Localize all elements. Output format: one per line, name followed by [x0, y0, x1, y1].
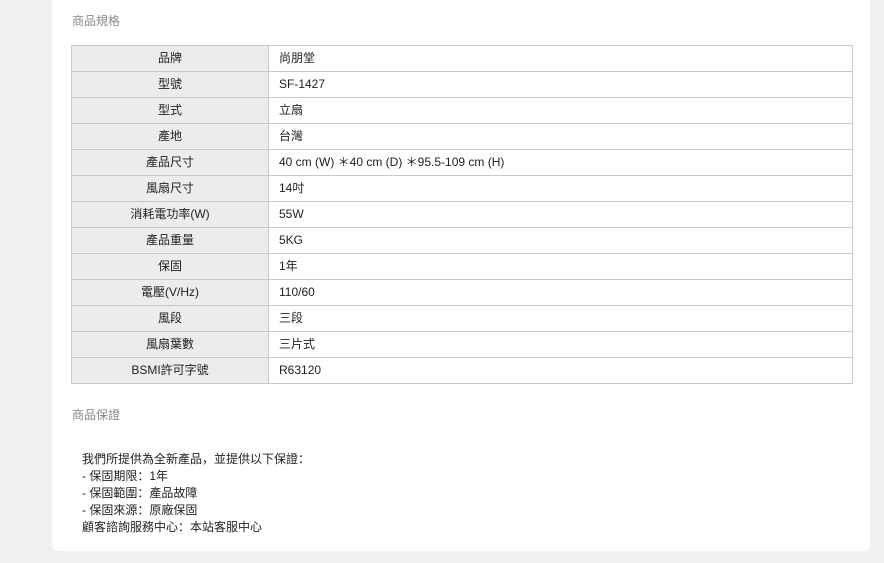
spec-label: 保固 [71, 253, 269, 280]
warranty-section-title: 商品保證 [72, 408, 121, 422]
warranty-line: 顧客諮詢服務中心：本站客服中心 [82, 520, 263, 534]
table-row: 產地 台灣 [71, 123, 853, 150]
table-row: 電壓(V/Hz) 110/60 [71, 279, 853, 306]
spec-value: 110/60 [268, 279, 853, 306]
spec-value: 三片式 [268, 331, 853, 358]
spec-value: 40 cm (W) ＊40 cm (D) ＊95.5-109 cm (H) [268, 149, 853, 176]
spec-label: 風段 [71, 305, 269, 332]
warranty-line: - 保固範圍：產品故障 [82, 486, 198, 500]
spec-label: 產品重量 [71, 227, 269, 254]
spec-value: R63120 [268, 357, 853, 384]
table-row: 型號 SF-1427 [71, 71, 853, 98]
spec-value: 台灣 [268, 123, 853, 150]
table-row: 風扇尺寸 14吋 [71, 175, 853, 202]
spec-label: 型式 [71, 97, 269, 124]
spec-value: 尚朋堂 [268, 45, 853, 72]
spec-label: BSMI許可字號 [71, 357, 269, 384]
warranty-text: 我們所提供為全新產品，並提供以下保證： - 保固期限：1年 - 保固範圍：產品故… [82, 451, 310, 536]
spec-value: 三段 [268, 305, 853, 332]
spec-label: 產品尺寸 [71, 149, 269, 176]
spec-label: 風扇葉數 [71, 331, 269, 358]
table-row: 型式 立扇 [71, 97, 853, 124]
table-row: 產品尺寸 40 cm (W) ＊40 cm (D) ＊95.5-109 cm (… [71, 149, 853, 176]
table-row: 風扇葉數 三片式 [71, 331, 853, 358]
table-row: BSMI許可字號 R63120 [71, 357, 853, 384]
spec-section-title: 商品規格 [72, 14, 121, 28]
spec-value: SF-1427 [268, 71, 853, 98]
spec-label: 電壓(V/Hz) [71, 279, 269, 306]
warranty-line: 我們所提供為全新產品，並提供以下保證： [82, 452, 311, 466]
spec-label: 品牌 [71, 45, 269, 72]
spec-value: 55W [268, 201, 853, 228]
spec-value: 1年 [268, 253, 853, 280]
spec-table: 品牌 尚朋堂 型號 SF-1427 型式 立扇 產地 台灣 產品尺寸 40 cm… [71, 45, 853, 384]
warranty-line: - 保固來源：原廠保固 [82, 503, 198, 517]
spec-value: 立扇 [268, 97, 853, 124]
table-row: 風段 三段 [71, 305, 853, 332]
spec-label: 產地 [71, 123, 269, 150]
table-row: 消耗電功率(W) 55W [71, 201, 853, 228]
table-row: 產品重量 5KG [71, 227, 853, 254]
warranty-line: - 保固期限：1年 [82, 469, 169, 483]
product-detail-card: 商品規格 品牌 尚朋堂 型號 SF-1427 型式 立扇 產地 台灣 產品尺寸 … [52, 0, 870, 551]
spec-label: 消耗電功率(W) [71, 201, 269, 228]
spec-value: 5KG [268, 227, 853, 254]
spec-value: 14吋 [268, 175, 853, 202]
table-row: 品牌 尚朋堂 [71, 45, 853, 72]
spec-label: 風扇尺寸 [71, 175, 269, 202]
spec-label: 型號 [71, 71, 269, 98]
table-row: 保固 1年 [71, 253, 853, 280]
